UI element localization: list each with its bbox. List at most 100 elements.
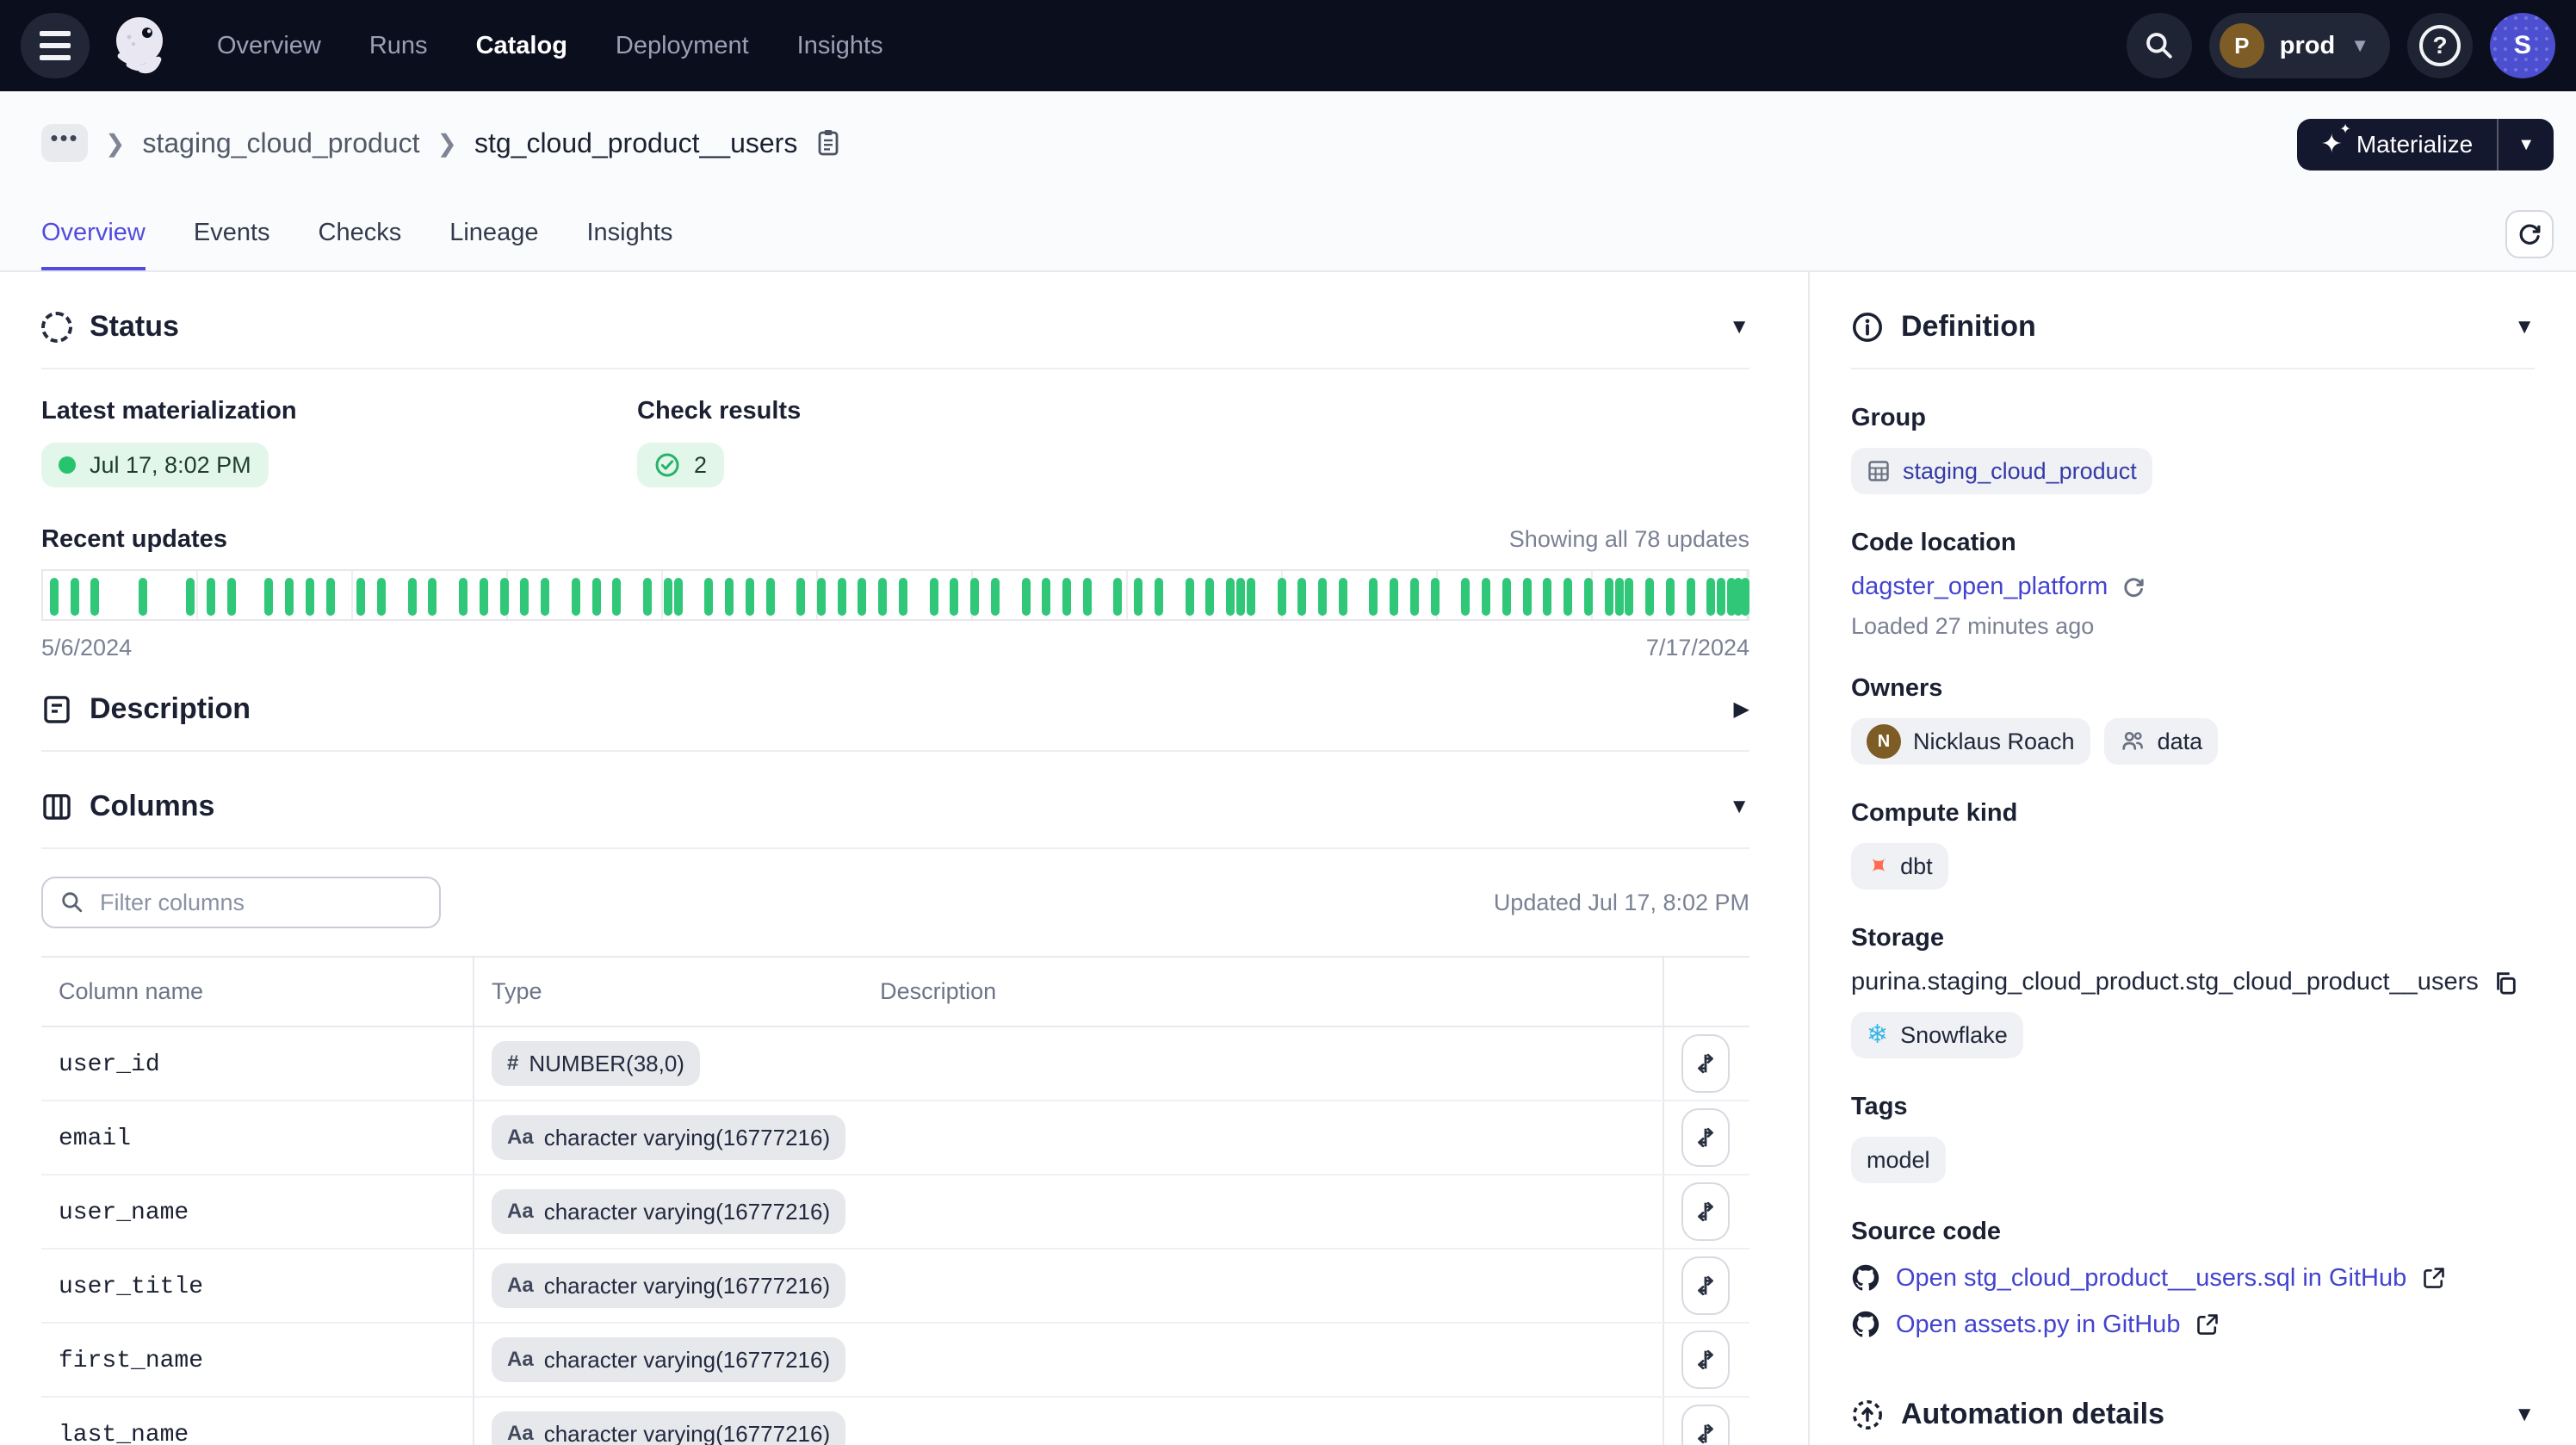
- hamburger-menu-icon[interactable]: [21, 13, 90, 78]
- materialization-tick: [520, 578, 529, 616]
- materialization-tick: [326, 578, 335, 616]
- breadcrumb-ellipsis-button[interactable]: •••: [41, 124, 88, 162]
- materialization-tick: [227, 578, 236, 616]
- code-location-link[interactable]: dagster_open_platform: [1851, 573, 2108, 601]
- storage-kind-pill[interactable]: ❄ Snowflake: [1851, 1012, 2023, 1058]
- latest-materialization-pill[interactable]: Jul 17, 8:02 PM: [41, 443, 269, 487]
- owner-pill: NNicklaus Roach: [1851, 718, 2090, 765]
- column-type: character varying(16777216): [544, 1421, 830, 1445]
- chevron-down-icon: ▼: [2350, 34, 2369, 57]
- group-label: Group: [1851, 404, 2535, 432]
- user-avatar[interactable]: S: [2490, 13, 2555, 78]
- materialization-tick: [1226, 578, 1235, 616]
- materialization-tick: [377, 578, 386, 616]
- materialization-tick: [1205, 578, 1214, 616]
- deployment-name: prod: [2280, 32, 2335, 60]
- help-icon[interactable]: ?: [2407, 13, 2473, 78]
- column-name: email: [59, 1126, 131, 1152]
- copy-asset-name-icon[interactable]: [814, 128, 842, 158]
- nav-item-runs[interactable]: Runs: [369, 32, 428, 60]
- storage-label: Storage: [1851, 924, 2535, 952]
- group-pill[interactable]: staging_cloud_product: [1851, 448, 2152, 494]
- column-lineage-button[interactable]: [1681, 1330, 1730, 1389]
- materialization-tick: [541, 578, 549, 616]
- automation-collapse-caret[interactable]: ▼: [2514, 1403, 2535, 1427]
- materialization-tick: [264, 578, 273, 616]
- filter-columns-box: [41, 877, 441, 928]
- latest-materialization-label: Latest materialization: [41, 397, 637, 425]
- source-code-link[interactable]: Open stg_cloud_product__users.sql in Git…: [1896, 1264, 2406, 1293]
- materialize-dropdown-caret[interactable]: ▼: [2499, 135, 2554, 155]
- columns-collapse-caret[interactable]: ▼: [1729, 795, 1749, 819]
- definition-title: Definition: [1901, 310, 2036, 344]
- column-name: first_name: [59, 1348, 203, 1374]
- timeline-end-date: 7/17/2024: [1646, 635, 1749, 661]
- tab-events[interactable]: Events: [194, 195, 270, 270]
- column-type: NUMBER(38,0): [529, 1051, 684, 1077]
- storage-kind-value: Snowflake: [1900, 1022, 2008, 1049]
- code-location-label: Code location: [1851, 529, 2535, 557]
- compute-kind-value: dbt: [1900, 853, 1933, 880]
- nav-item-overview[interactable]: Overview: [217, 32, 321, 60]
- breadcrumb-parent-link[interactable]: staging_cloud_product: [142, 127, 419, 159]
- materialization-tick: [1523, 578, 1532, 616]
- materialization-tick: [1625, 578, 1633, 616]
- deployment-switcher[interactable]: P prod ▼: [2209, 13, 2390, 78]
- column-type: character varying(16777216): [544, 1125, 830, 1151]
- column-lineage-button[interactable]: [1681, 1256, 1730, 1315]
- nav-item-insights[interactable]: Insights: [797, 32, 883, 60]
- tab-bar: Overview Events Checks Lineage Insights: [0, 195, 2576, 272]
- column-lineage-button[interactable]: [1681, 1108, 1730, 1167]
- materialization-tick: [991, 578, 1000, 616]
- owner-name: data: [2158, 729, 2203, 755]
- column-type-pill: Aacharacter varying(16777216): [492, 1189, 845, 1234]
- asset-catalog-page: Overview Runs Catalog Deployment Insights P …: [0, 0, 2576, 1445]
- source-code-label: Source code: [1851, 1218, 2535, 1246]
- compute-kind-pill[interactable]: ✦ dbt: [1851, 843, 1948, 890]
- text-type-icon: Aa: [507, 1274, 534, 1298]
- materialization-tick: [1615, 578, 1624, 616]
- tab-overview[interactable]: Overview: [41, 195, 146, 270]
- reload-code-location-icon[interactable]: [2121, 575, 2146, 599]
- team-icon: [2120, 729, 2146, 754]
- materialization-tick: [50, 578, 59, 616]
- filter-columns-input[interactable]: [96, 888, 422, 918]
- materialization-tick: [1134, 578, 1142, 616]
- tab-lineage[interactable]: Lineage: [449, 195, 538, 270]
- github-icon: [1851, 1263, 1880, 1293]
- columns-table-header: Column name Type Description: [41, 957, 1749, 1026]
- column-name: user_name: [59, 1200, 189, 1226]
- materialization-tick: [1369, 578, 1378, 616]
- search-icon: [60, 890, 84, 915]
- materialization-tick: [1502, 578, 1511, 616]
- materialize-button[interactable]: ✦✦ Materialize ▼: [2297, 119, 2554, 171]
- column-lineage-button[interactable]: [1681, 1034, 1730, 1093]
- nav-item-catalog[interactable]: Catalog: [476, 32, 567, 60]
- materialization-tick: [1297, 578, 1306, 616]
- tab-insights[interactable]: Insights: [586, 195, 672, 270]
- column-lineage-button[interactable]: [1681, 1405, 1730, 1445]
- status-collapse-caret[interactable]: ▼: [1729, 315, 1749, 339]
- source-code-link[interactable]: Open assets.py in GitHub: [1896, 1311, 2180, 1339]
- search-icon[interactable]: [2127, 13, 2192, 78]
- description-expand-caret[interactable]: ▶: [1734, 697, 1749, 722]
- materialization-tick: [1717, 578, 1725, 616]
- recent-updates-timeline[interactable]: [41, 569, 1749, 621]
- nav-item-deployment[interactable]: Deployment: [616, 32, 749, 60]
- check-results-pill[interactable]: 2: [637, 443, 724, 487]
- materialization-tick: [612, 578, 621, 616]
- column-name: user_id: [59, 1051, 160, 1078]
- materialization-tick: [1461, 578, 1470, 616]
- column-type: character varying(16777216): [544, 1273, 830, 1299]
- materialization-tick: [1666, 578, 1675, 616]
- materialization-tick: [459, 578, 468, 616]
- definition-collapse-caret[interactable]: ▼: [2514, 315, 2535, 339]
- refresh-button[interactable]: [2505, 210, 2554, 258]
- materialization-tick: [1687, 578, 1695, 616]
- materialization-tick: [71, 578, 79, 616]
- tab-checks[interactable]: Checks: [319, 195, 402, 270]
- copy-storage-path-icon[interactable]: [2492, 970, 2518, 995]
- materialization-tick: [725, 578, 734, 616]
- column-lineage-button[interactable]: [1681, 1182, 1730, 1241]
- materialization-tick: [1390, 578, 1398, 616]
